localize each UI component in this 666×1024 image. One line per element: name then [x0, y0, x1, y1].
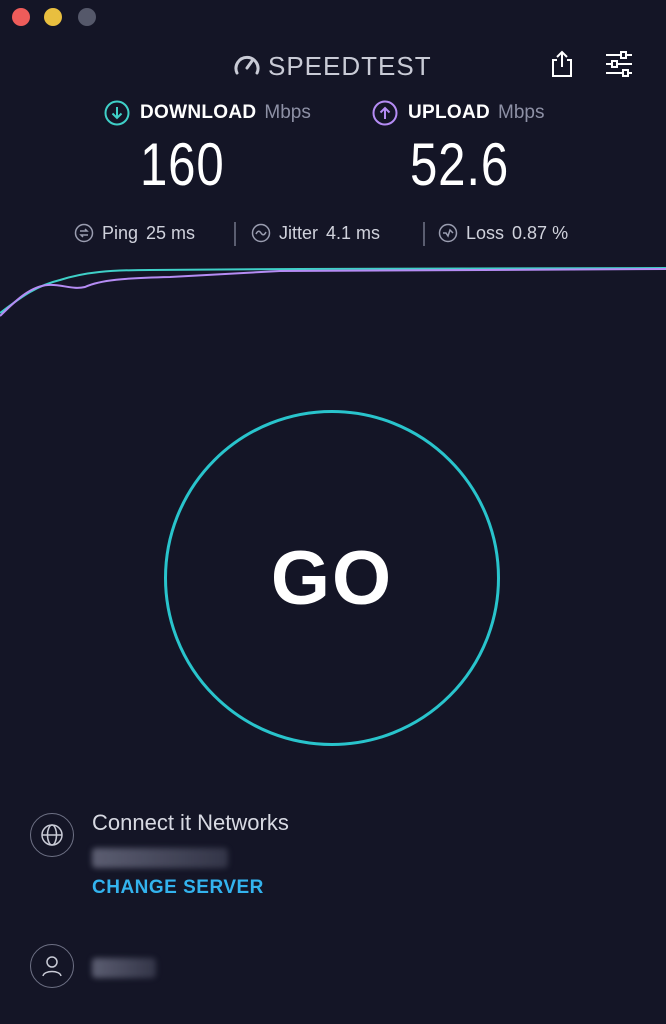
close-window-button[interactable]: [12, 8, 30, 26]
loss-stat: Loss 0.87 %: [438, 218, 568, 248]
ping-stat: Ping 25 ms: [74, 218, 195, 248]
arrow-down-circle-icon: [104, 100, 130, 126]
download-value: 160: [140, 131, 225, 198]
share-icon: [552, 50, 572, 77]
brand-name: SPEEDTEST: [268, 50, 432, 81]
stat-divider: [234, 222, 236, 246]
loss-icon: [438, 223, 458, 243]
share-button[interactable]: [546, 48, 578, 80]
upload-label: UPLOAD: [408, 102, 491, 123]
upload-unit: Mbps: [498, 102, 545, 123]
jitter-value: 4.1 ms: [326, 222, 381, 243]
change-server-button[interactable]: CHANGE SERVER: [92, 877, 264, 899]
zoom-window-button[interactable]: [78, 8, 96, 26]
brand-logo: SPEEDTEST: [232, 50, 432, 82]
settings-button[interactable]: [603, 48, 635, 80]
download-speed-line: [0, 267, 666, 314]
stat-divider: [423, 222, 425, 246]
window-titlebar: [0, 0, 666, 36]
download-unit: Mbps: [264, 102, 311, 123]
account-name-blurred: [92, 958, 156, 978]
speed-graph: [0, 267, 666, 317]
ping-value: 25 ms: [146, 222, 196, 243]
loss-value: 0.87 %: [512, 222, 569, 243]
ping-label: Ping: [102, 222, 139, 243]
sliders-icon: [606, 51, 632, 77]
server-info: Connect it Networks CHANGE SERVER: [30, 810, 630, 910]
server-location-blurred: [92, 848, 228, 868]
jitter-stat: Jitter 4.1 ms: [251, 218, 380, 248]
loss-label: Loss: [466, 222, 505, 243]
upload-speed-line: [0, 268, 666, 317]
server-name: Connect it Networks: [92, 810, 289, 835]
download-metric: DOWNLOAD Mbps: [104, 100, 311, 126]
speedometer-icon: [234, 55, 260, 75]
globe-icon: [30, 813, 74, 857]
app-header: SPEEDTEST: [0, 48, 666, 84]
ping-icon: [74, 223, 94, 243]
arrow-up-circle-icon: [372, 100, 398, 126]
upload-value: 52.6: [410, 131, 510, 198]
go-label: GO: [270, 535, 394, 621]
stats-row: Ping 25 ms Jitter 4.1 ms Loss 0.87 %: [0, 218, 666, 248]
download-label: DOWNLOAD: [140, 102, 257, 123]
jitter-label: Jitter: [279, 222, 319, 243]
user-icon[interactable]: [30, 944, 74, 988]
upload-metric: UPLOAD Mbps: [372, 100, 545, 126]
go-button[interactable]: GO: [164, 410, 500, 746]
minimize-window-button[interactable]: [44, 8, 62, 26]
account-info: [30, 944, 330, 994]
jitter-icon: [251, 223, 271, 243]
